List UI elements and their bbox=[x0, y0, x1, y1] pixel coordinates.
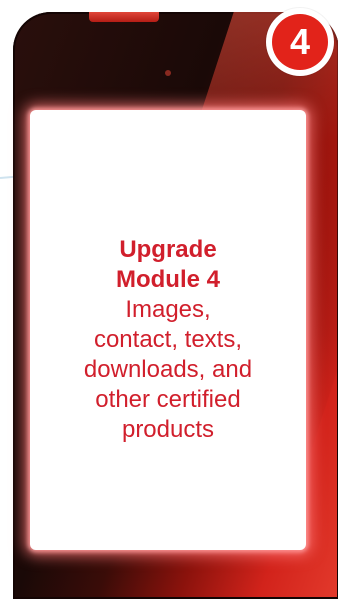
step-badge: 4 bbox=[266, 8, 334, 76]
description-line: other certified bbox=[95, 386, 241, 413]
module-title: Upgrade Module 4 bbox=[116, 235, 220, 295]
description-line: Images, bbox=[125, 296, 211, 323]
camera-icon bbox=[165, 70, 171, 76]
module-title-line: Upgrade bbox=[119, 236, 217, 263]
description-line: downloads, and bbox=[83, 356, 253, 383]
illustration: Upgrade Module 4 Images, contact, texts,… bbox=[0, 0, 338, 599]
phone-screen: Upgrade Module 4 Images, contact, texts,… bbox=[38, 122, 298, 536]
step-number: 4 bbox=[272, 14, 328, 70]
module-description: Images, contact, texts, downloads, and o… bbox=[48, 295, 288, 445]
phone-top-button bbox=[89, 12, 159, 22]
description-line: contact, texts, bbox=[93, 326, 243, 353]
description-line: products bbox=[121, 416, 215, 443]
module-title-line: Module 4 bbox=[115, 266, 220, 293]
